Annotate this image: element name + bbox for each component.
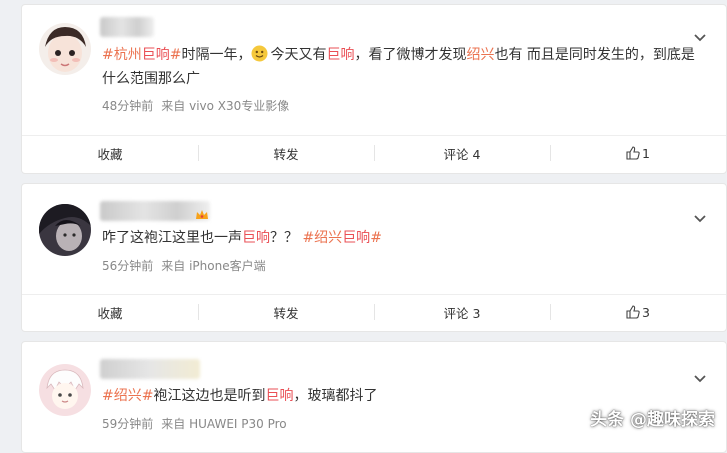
username-blurred[interactable] (100, 359, 200, 379)
post-meta: 59分钟前 来自 HUAWEI P30 Pro (102, 415, 295, 432)
post-source: 来自 iPhone客户端 (161, 259, 266, 273)
like-count: 3 (642, 304, 650, 320)
post-card: #杭州巨响#时隔一年， 今天又有巨响，看了微博才发现绍兴也有 而且是同时发生的，到… (21, 4, 727, 174)
text-segment: 咋了这袍江这里也一声 (102, 230, 242, 246)
username-blurred[interactable] (100, 201, 210, 221)
text-segment: ？？ (270, 230, 303, 246)
comment-label: 评论 3 (443, 305, 481, 321)
action-bar: 收藏 转发 评论 4 1 (22, 135, 726, 170)
post-time[interactable]: 56分钟前 (102, 259, 153, 273)
text-segment: 今天又有 (270, 47, 327, 63)
like-button[interactable]: 1 (550, 136, 726, 170)
vip-crown-icon (195, 206, 209, 219)
avatar[interactable] (39, 364, 91, 416)
chevron-down-icon[interactable] (694, 368, 706, 383)
favorite-label: 收藏 (97, 146, 123, 162)
post-card: 咋了这袍江这里也一声巨响？？ #绍兴巨响# 56分钟前 来自 iPhone客户端 … (21, 183, 727, 332)
comment-label: 评论 4 (443, 146, 481, 162)
watermark: 头条 @趣味探索 (590, 410, 715, 430)
thumbs-up-icon (626, 146, 640, 160)
post-source: 来自 HUAWEI P30 Pro (161, 417, 287, 431)
topic-link-end[interactable]: # (170, 47, 182, 63)
avatar[interactable] (39, 204, 91, 256)
highlight-text: 巨响 (141, 47, 170, 63)
topic-link[interactable]: #杭州 (102, 47, 142, 63)
highlight-text: 巨响 (326, 47, 355, 63)
chevron-down-icon[interactable] (694, 208, 706, 223)
highlight-text: 绍兴 (466, 47, 495, 63)
text-segment: ，玻璃都抖了 (293, 388, 378, 404)
post-meta: 56分钟前 来自 iPhone客户端 (102, 257, 274, 274)
chevron-down-icon[interactable] (694, 27, 706, 42)
post-text: #杭州巨响#时隔一年， 今天又有巨响，看了微博才发现绍兴也有 而且是同时发生的，到… (102, 43, 706, 91)
post-card: #绍兴#袍江这边也是听到巨响，玻璃都抖了 59分钟前 来自 HUAWEI P30 … (21, 341, 727, 453)
topic-link[interactable]: #绍兴# (102, 388, 153, 404)
repost-button[interactable]: 转发 (198, 136, 374, 170)
highlight-text: 巨响 (265, 388, 294, 404)
repost-label: 转发 (273, 305, 299, 321)
favorite-button[interactable]: 收藏 (22, 295, 198, 329)
like-count: 1 (642, 145, 650, 161)
highlight-text: 巨响 (342, 230, 371, 246)
smile-emoji-icon (251, 45, 268, 62)
favorite-label: 收藏 (97, 305, 123, 321)
comment-button[interactable]: 评论 4 (374, 136, 550, 170)
thumbs-up-icon (626, 305, 640, 319)
post-time[interactable]: 48分钟前 (102, 99, 153, 113)
repost-button[interactable]: 转发 (198, 295, 374, 329)
favorite-button[interactable]: 收藏 (22, 136, 198, 170)
avatar[interactable] (39, 23, 91, 75)
text-segment: 袍江这边也是听到 (153, 388, 266, 404)
post-text: 咋了这袍江这里也一声巨响？？ #绍兴巨响# (102, 226, 706, 250)
comment-button[interactable]: 评论 3 (374, 295, 550, 329)
topic-link[interactable]: #绍兴 (302, 230, 342, 246)
post-source: 来自 vivo X30专业影像 (161, 99, 290, 113)
highlight-text: 巨响 (242, 230, 270, 246)
action-bar: 收藏 转发 评论 3 3 (22, 294, 726, 329)
text-segment: ，看了微博才发现 (354, 47, 467, 63)
topic-link-end[interactable]: # (370, 230, 382, 246)
username-blurred[interactable] (100, 17, 154, 37)
repost-label: 转发 (273, 146, 299, 162)
post-meta: 48分钟前 来自 vivo X30专业影像 (102, 97, 297, 114)
text-segment: 时隔一年， (181, 47, 252, 63)
like-button[interactable]: 3 (550, 295, 726, 329)
post-time[interactable]: 59分钟前 (102, 417, 153, 431)
